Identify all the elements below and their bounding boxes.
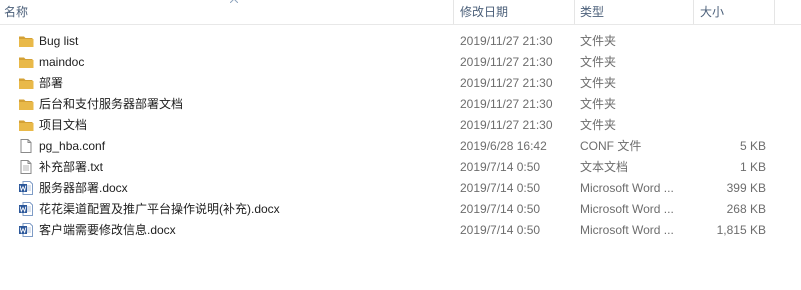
file-name: maindoc bbox=[39, 55, 85, 69]
file-name: pg_hba.conf bbox=[39, 139, 106, 153]
word-doc-icon bbox=[18, 201, 34, 217]
column-header-size[interactable]: 大小 bbox=[700, 4, 770, 20]
column-header-type[interactable]: 类型 bbox=[580, 4, 690, 20]
column-header-date[interactable]: 修改日期 bbox=[460, 4, 570, 20]
file-type: 文件夹 bbox=[580, 76, 617, 90]
word-doc-icon bbox=[18, 222, 34, 238]
file-date: 2019/11/27 21:30 bbox=[460, 76, 553, 90]
folder-icon bbox=[18, 54, 34, 70]
file-row[interactable]: 服务器部署.docx 2019/7/14 0:50 Microsoft Word… bbox=[0, 178, 801, 199]
column-header-bar: 名称 修改日期 类型 大小 bbox=[0, 0, 801, 25]
file-list: Bug list 2019/11/27 21:30 文件夹 maindoc 20… bbox=[0, 31, 801, 241]
file-date: 2019/11/27 21:30 bbox=[460, 34, 553, 48]
file-row[interactable]: 项目文档 2019/11/27 21:30 文件夹 bbox=[0, 115, 801, 136]
file-row[interactable]: 补充部署.txt 2019/7/14 0:50 文本文档 1 KB bbox=[0, 157, 801, 178]
file-type: Microsoft Word ... bbox=[580, 223, 674, 237]
file-name: 补充部署.txt bbox=[39, 160, 104, 174]
text-file-icon bbox=[18, 159, 34, 175]
file-type: 文件夹 bbox=[580, 118, 617, 132]
file-size bbox=[700, 115, 766, 136]
file-size: 268 KB bbox=[726, 202, 766, 216]
file-date: 2019/7/14 0:50 bbox=[460, 202, 541, 216]
file-size bbox=[700, 31, 766, 52]
folder-icon bbox=[18, 75, 34, 91]
file-size bbox=[700, 94, 766, 115]
file-date: 2019/7/14 0:50 bbox=[460, 160, 541, 174]
file-name: 部署 bbox=[39, 76, 64, 90]
file-type: CONF 文件 bbox=[580, 139, 642, 153]
file-name: 服务器部署.docx bbox=[39, 181, 128, 195]
file-row[interactable]: 后台和支付服务器部署文档 2019/11/27 21:30 文件夹 bbox=[0, 94, 801, 115]
file-name: 项目文档 bbox=[39, 118, 88, 132]
file-size: 5 KB bbox=[739, 139, 766, 153]
file-row[interactable]: 花花渠道配置及推广平台操作说明(补充).docx 2019/7/14 0:50 … bbox=[0, 199, 801, 220]
file-type: 文件夹 bbox=[580, 97, 617, 111]
folder-icon bbox=[18, 117, 34, 133]
file-size: 1 KB bbox=[739, 160, 766, 174]
file-type: Microsoft Word ... bbox=[580, 202, 674, 216]
file-date: 2019/11/27 21:30 bbox=[460, 118, 553, 132]
file-icon bbox=[18, 138, 34, 154]
file-date: 2019/7/14 0:50 bbox=[460, 181, 541, 195]
file-name: 后台和支付服务器部署文档 bbox=[39, 97, 184, 111]
file-type: 文件夹 bbox=[580, 34, 617, 48]
file-size: 399 KB bbox=[726, 181, 766, 195]
file-size bbox=[700, 52, 766, 73]
file-date: 2019/11/27 21:30 bbox=[460, 55, 553, 69]
file-row[interactable]: 部署 2019/11/27 21:30 文件夹 bbox=[0, 73, 801, 94]
file-row[interactable]: Bug list 2019/11/27 21:30 文件夹 bbox=[0, 31, 801, 52]
file-row[interactable]: maindoc 2019/11/27 21:30 文件夹 bbox=[0, 52, 801, 73]
file-row[interactable]: pg_hba.conf 2019/6/28 16:42 CONF 文件 5 KB bbox=[0, 136, 801, 157]
column-separator[interactable] bbox=[693, 0, 694, 24]
file-name: Bug list bbox=[39, 34, 79, 48]
file-name: 花花渠道配置及推广平台操作说明(补充).docx bbox=[39, 202, 280, 216]
column-separator[interactable] bbox=[774, 0, 775, 24]
file-type: Microsoft Word ... bbox=[580, 181, 674, 195]
file-row[interactable]: 客户端需要修改信息.docx 2019/7/14 0:50 Microsoft … bbox=[0, 220, 801, 241]
column-header-name[interactable]: 名称 bbox=[4, 4, 444, 20]
sort-ascending-icon bbox=[230, 0, 238, 3]
file-date: 2019/11/27 21:30 bbox=[460, 97, 553, 111]
file-date: 2019/7/14 0:50 bbox=[460, 223, 541, 237]
folder-icon bbox=[18, 96, 34, 112]
file-date: 2019/6/28 16:42 bbox=[460, 139, 547, 153]
word-doc-icon bbox=[18, 180, 34, 196]
folder-icon bbox=[18, 33, 34, 49]
column-separator[interactable] bbox=[574, 0, 575, 24]
column-separator[interactable] bbox=[453, 0, 454, 24]
file-type: 文件夹 bbox=[580, 55, 617, 69]
file-size bbox=[700, 73, 766, 94]
file-name: 客户端需要修改信息.docx bbox=[39, 223, 176, 237]
file-type: 文本文档 bbox=[580, 160, 629, 174]
file-size: 1,815 KB bbox=[716, 223, 766, 237]
